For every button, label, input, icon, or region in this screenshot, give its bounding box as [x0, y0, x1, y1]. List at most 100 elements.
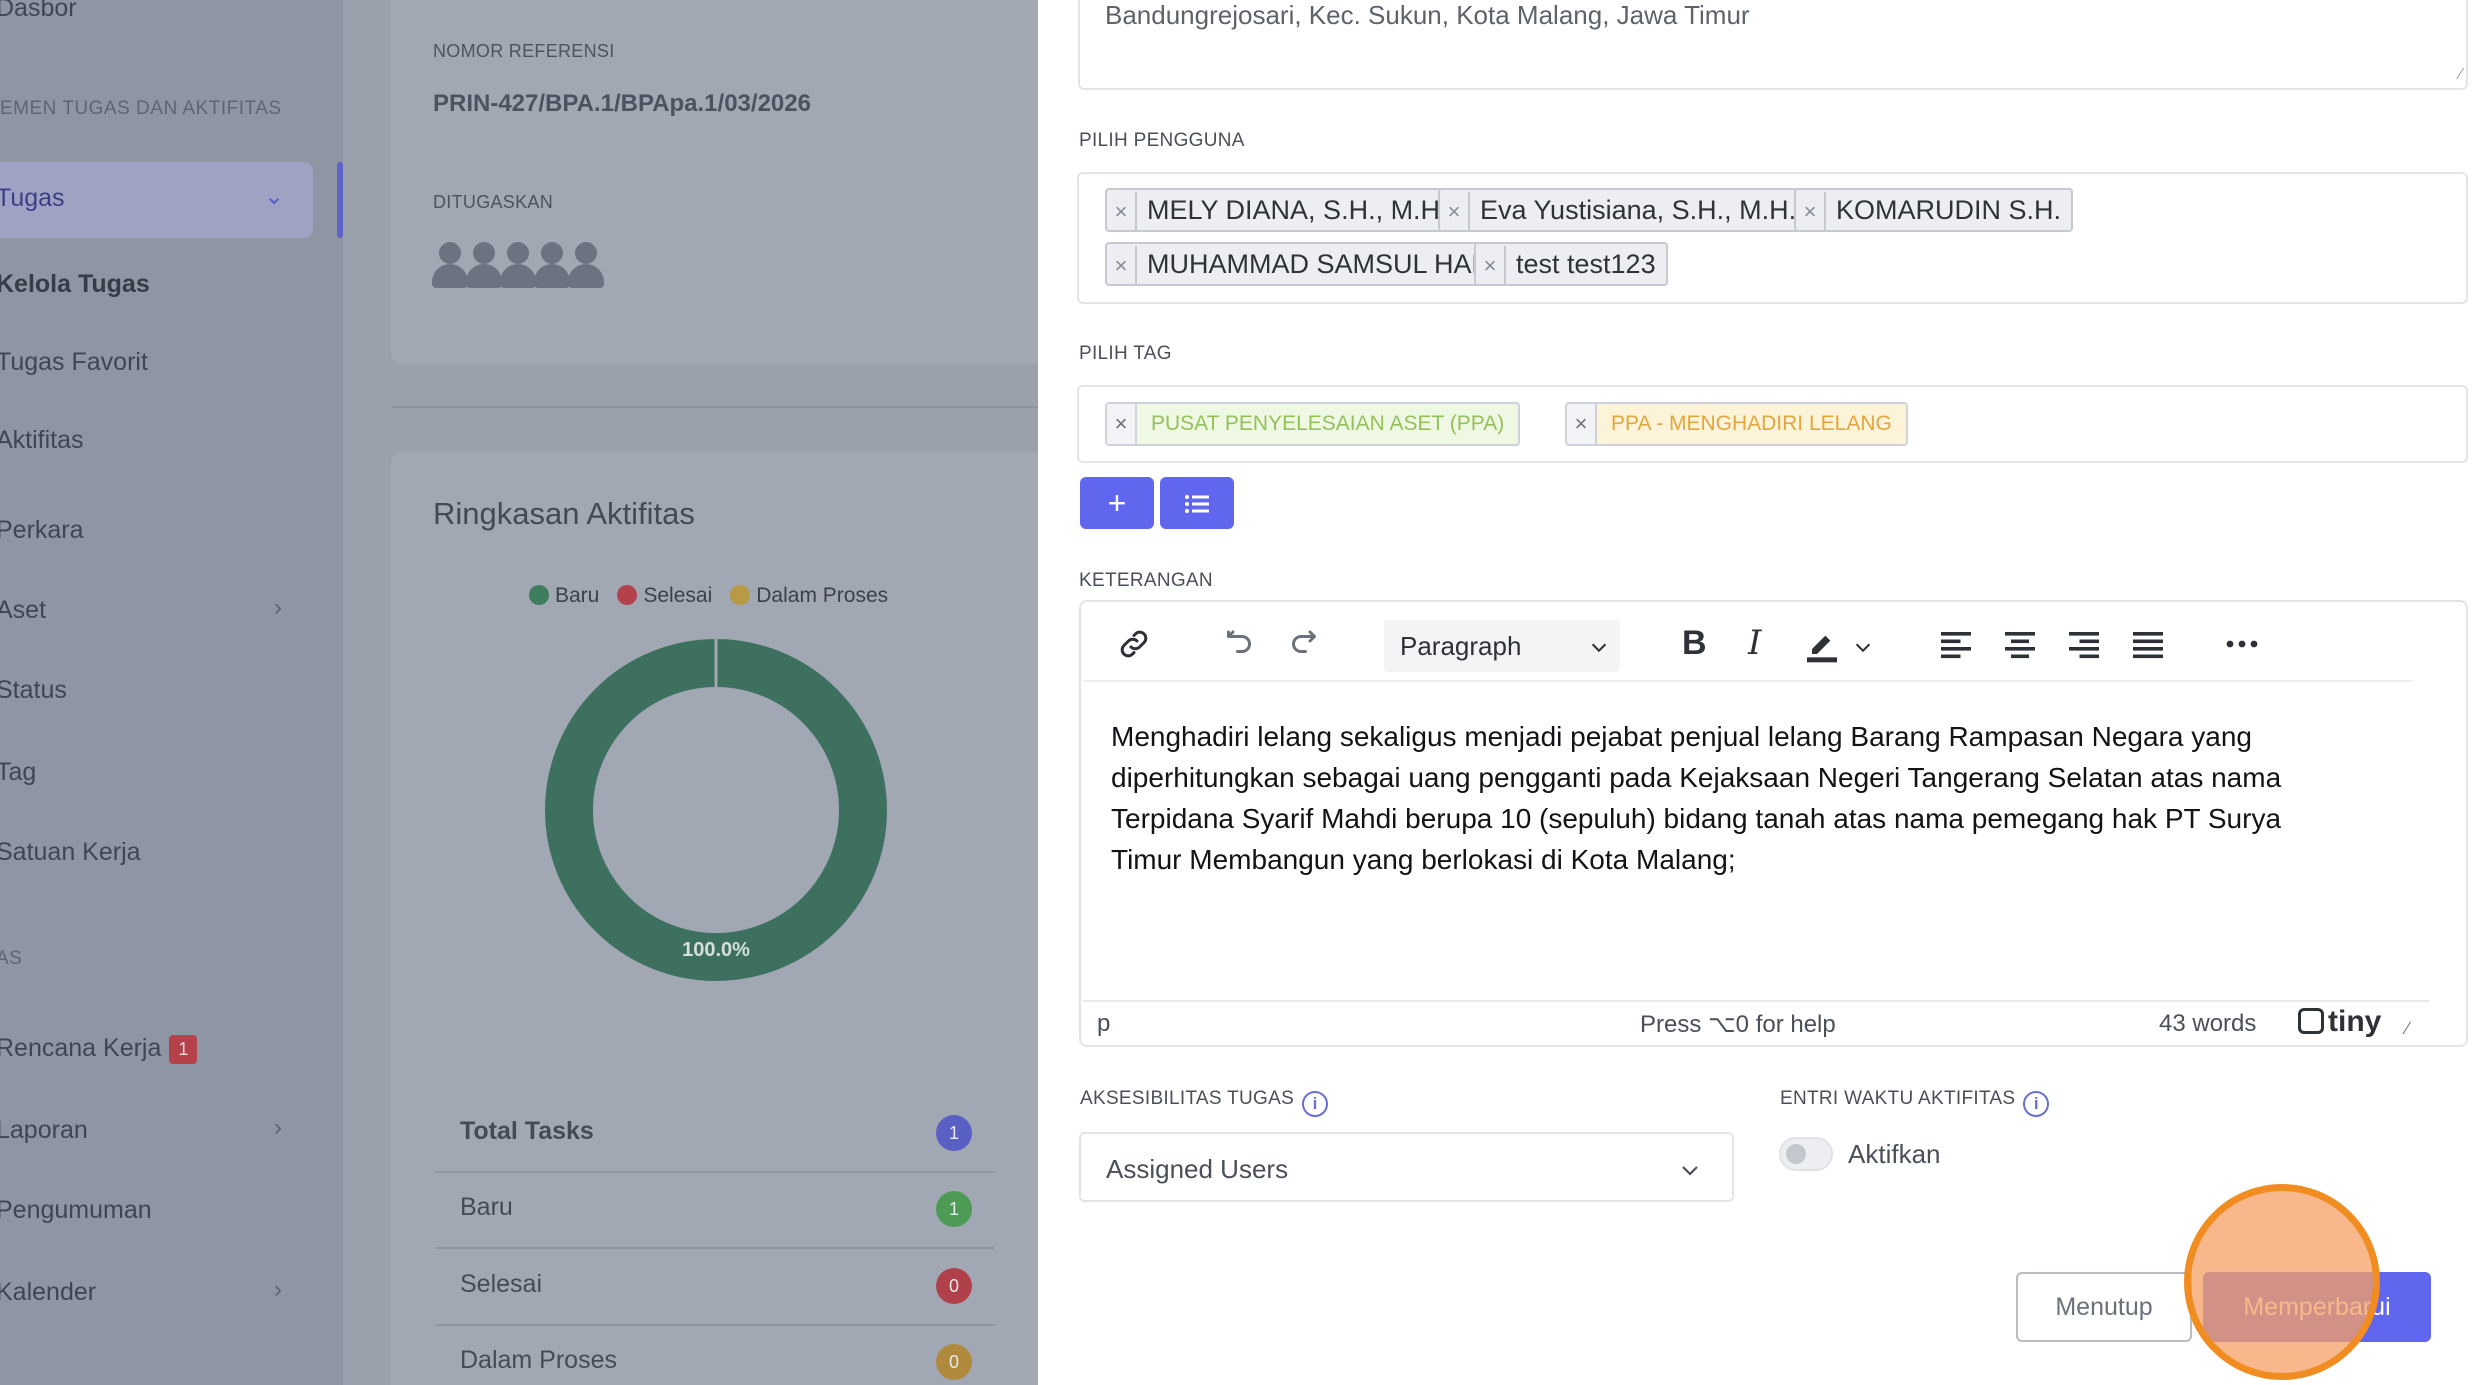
stat-row: Baru 1 [435, 1173, 995, 1249]
tags-label: PILIH TAG [1079, 343, 1172, 364]
undo-icon[interactable] [1221, 626, 1257, 662]
remove-icon[interactable]: × [1796, 192, 1826, 232]
user-chip: × MELY DIANA, S.H., M.H. [1105, 188, 1460, 232]
list-tags-button[interactable] [1160, 477, 1234, 529]
remove-icon[interactable]: × [1567, 404, 1597, 444]
chart-legend: Baru Selesai Dalam Proses [529, 584, 888, 608]
description-label: KETERANGAN [1079, 570, 1213, 591]
tag-chip: × PUSAT PENYELESAIAN ASET (PPA) [1105, 402, 1521, 446]
users-label: PILIH PENGGUNA [1079, 130, 1245, 151]
sidebar-item-rencana-kerja[interactable]: Rencana Kerja 1 [0, 1034, 198, 1064]
toolbar-divider [1083, 680, 2413, 682]
remove-icon[interactable]: × [1107, 246, 1137, 286]
user-chip: × Eva Yustisiana, S.H., M.H. [1438, 188, 1809, 232]
sidebar-item-kelola-tugas[interactable]: Kelola Tugas [0, 270, 150, 299]
sidebar-item-label: Rencana Kerja [0, 1034, 162, 1062]
stat-count-badge: 1 [936, 1115, 972, 1151]
stat-count-badge: 0 [936, 1268, 972, 1304]
info-icon[interactable]: i [1302, 1091, 1329, 1117]
legend-item-baru: Baru [529, 584, 599, 608]
click-indicator [2184, 1184, 2380, 1380]
legend-item-dalam-proses: Dalam Proses [730, 584, 888, 608]
sidebar-item-aktifitas[interactable]: Aktifitas [0, 426, 84, 455]
sidebar-item-dasbor[interactable]: Dasbor [0, 0, 77, 23]
sidebar-item-pengumuman[interactable]: Pengumuman [0, 1196, 152, 1225]
access-select-value: Assigned Users [1106, 1154, 1289, 1184]
stat-row: Dalam Proses 0 [435, 1326, 995, 1385]
sidebar-item-status[interactable]: Status [0, 676, 67, 705]
editor-content[interactable]: Menghadiri lelang sekaligus menjadi peja… [1111, 716, 2341, 880]
reference-caption: NOMOR REFERENSI [433, 41, 615, 61]
bold-icon[interactable]: B [1682, 626, 1707, 660]
sidebar-item-tugas[interactable]: Tugas ⌄ [0, 162, 313, 238]
access-select[interactable]: Assigned Users [1079, 1132, 1734, 1202]
sidebar-item-kalender[interactable]: Kalender [0, 1278, 96, 1307]
editor-path[interactable]: p [1097, 1010, 1110, 1038]
stat-count-badge: 1 [936, 1191, 972, 1227]
sidebar: Dasbor EMEN TUGAS DAN AKTIFITAS Tugas ⌄ … [0, 0, 343, 1385]
remove-icon[interactable]: × [1440, 192, 1470, 232]
tiny-logo[interactable]: tiny [2298, 1005, 2381, 1039]
access-label: AKSESIBILITAS TUGAS i [1080, 1088, 1329, 1117]
users-select[interactable]: × MELY DIANA, S.H., M.H. × Eva Yustisiana,… [1077, 172, 2468, 304]
list-icon [1185, 495, 1209, 513]
more-icon[interactable] [2224, 634, 2260, 654]
sidebar-item-perkara[interactable]: Perkara [0, 516, 84, 545]
assigned-avatars [431, 242, 604, 288]
sidebar-item-aset[interactable]: Aset [0, 596, 46, 625]
resize-handle-icon[interactable]: ∕ [2406, 1018, 2409, 1039]
add-tag-button[interactable]: + [1080, 477, 1154, 529]
block-format-value: Paragraph [1400, 631, 1522, 661]
sidebar-item-laporan[interactable]: Laporan [0, 1116, 88, 1145]
info-icon[interactable]: i [2023, 1091, 2050, 1117]
summary-title: Ringkasan Aktifitas [433, 496, 695, 531]
stat-label: Selesai [460, 1270, 542, 1298]
sidebar-item-tag[interactable]: Tag [0, 758, 36, 787]
user-chip: × MUHAMMAD SAMSUL HADI [1105, 242, 1511, 286]
block-format-select[interactable]: Paragraph [1384, 620, 1620, 672]
tiny-icon [2298, 1008, 2324, 1034]
highlight-icon[interactable] [1802, 624, 1842, 664]
chevron-right-icon: › [274, 1276, 282, 1303]
tags-select[interactable]: × PUSAT PENYELESAIAN ASET (PPA) × PPA - ME… [1077, 385, 2468, 463]
chevron-down-icon[interactable] [1852, 636, 1874, 658]
remove-icon[interactable]: × [1107, 404, 1137, 444]
legend-item-selesai: Selesai [617, 584, 712, 608]
italic-icon[interactable]: I [1748, 626, 1761, 660]
close-button[interactable]: Menutup [2016, 1272, 2192, 1342]
align-left-icon[interactable] [1938, 628, 1974, 660]
resize-handle-icon[interactable]: ∕ [2459, 66, 2462, 84]
avatar [431, 242, 468, 288]
chevron-down-icon [1682, 1166, 1698, 1176]
remove-icon[interactable]: × [1476, 246, 1506, 286]
activity-toggle[interactable] [1779, 1137, 1833, 1171]
entry-time-label: ENTRI WAKTU AKTIFITAS i [1780, 1088, 2050, 1117]
chevron-down-icon [1591, 643, 1607, 653]
count-badge: 1 [169, 1034, 198, 1064]
address-textarea[interactable]: Bandungrejosari, Kec. Sukun, Kota Malang… [1078, 0, 2468, 90]
align-right-icon[interactable] [2066, 628, 2102, 660]
align-justify-icon[interactable] [2130, 628, 2166, 660]
stat-label: Total Tasks [460, 1117, 594, 1145]
remove-icon[interactable]: × [1107, 192, 1137, 232]
sidebar-section-title: AS [0, 948, 23, 969]
sidebar-item-satuan-kerja[interactable]: Satuan Kerja [0, 838, 141, 867]
donut-data-label: 100.0% [682, 939, 750, 961]
sidebar-section-title: EMEN TUGAS DAN AKTIFITAS [0, 98, 282, 119]
stat-row: Total Tasks 1 [435, 1097, 995, 1173]
align-center-icon[interactable] [2002, 628, 2038, 660]
assigned-caption: DITUGASKAN [433, 192, 554, 212]
donut-slice-baru [545, 639, 887, 981]
stat-label: Dalam Proses [460, 1346, 617, 1374]
chevron-right-icon: › [274, 1114, 282, 1141]
sidebar-item-tugas-favorit[interactable]: Tugas Favorit [0, 348, 148, 377]
link-icon[interactable] [1116, 626, 1152, 662]
tag-chip: × PPA - MENGHADIRI LELANG [1565, 402, 1908, 446]
redo-icon[interactable] [1286, 626, 1322, 662]
word-count[interactable]: 43 words [2159, 1010, 2256, 1038]
avatar [533, 242, 570, 288]
chevron-right-icon: › [274, 594, 282, 621]
chevron-down-icon: ⌄ [264, 183, 285, 210]
address-text: Bandungrejosari, Kec. Sukun, Kota Malang… [1105, 0, 1750, 30]
divider [391, 406, 1038, 408]
